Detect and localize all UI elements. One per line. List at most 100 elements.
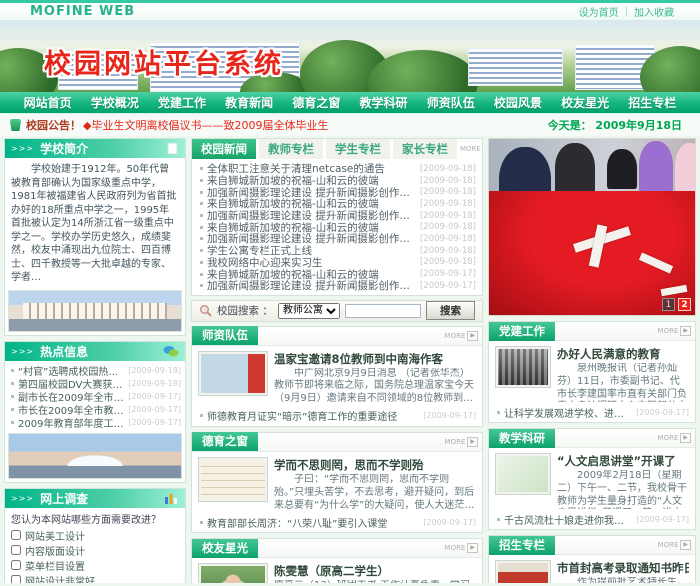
featured-article: 市首封高考录取通知书昨日送达 作为提前批艺术特长生，曹某某以超出录取分数线80.… xyxy=(489,555,695,583)
nav-item-edu-news[interactable]: 教育新闻 xyxy=(225,94,273,111)
section-title-moral[interactable]: 德育之窗 xyxy=(192,432,258,452)
survey-checkbox[interactable] xyxy=(11,545,21,555)
pager-button-1[interactable]: 1 xyxy=(662,298,675,311)
bullet-icon xyxy=(11,368,14,372)
search-button[interactable]: 搜索 xyxy=(426,301,475,321)
set-homepage-link[interactable]: 设为首页 xyxy=(579,4,619,19)
section-header: 党建工作 MORE ▶ xyxy=(489,321,695,341)
featured-thumbnail[interactable] xyxy=(198,563,268,583)
section-research: 教学科研 MORE ▶ “人文启思讲堂”开课了 2009年2月18日（星期二）下午… xyxy=(488,428,696,530)
section-list-item[interactable]: 教育部部长周济：“八荣八耻”要引入课堂 [2009-09-17] xyxy=(198,515,476,530)
site-title: 校园网站平台系统 xyxy=(44,49,284,80)
survey-question: 您认为本网站哪些方面需要改进？ xyxy=(11,514,161,526)
section-list-item[interactable]: 让科学发展观进学校、进课堂、进家庭[2009-09-17] xyxy=(495,405,689,420)
survey-option[interactable]: 内容版面设计 xyxy=(11,543,179,558)
section-title-admission[interactable]: 招生专栏 xyxy=(489,535,555,555)
banner-tree-decoration xyxy=(368,50,478,92)
news-item[interactable]: 加强新闻摄影理论建设 提升新闻摄影创作水平 [2009-09-17] xyxy=(198,280,476,292)
search-input[interactable] xyxy=(344,303,421,318)
announcement-bar: 校园公告！ ◆毕业生文明离校倡议书——致2009届全体毕业生 今天是： 2009… xyxy=(0,114,700,136)
bullet-icon xyxy=(497,517,500,521)
featured-title[interactable]: 市首封高考录取通知书昨日送达 xyxy=(557,560,689,576)
section-header: 招生专栏 MORE ▶ xyxy=(489,535,695,555)
bullet-icon xyxy=(200,260,203,264)
tab-parent-column[interactable]: 家长专栏 xyxy=(393,139,457,159)
hot-info-item[interactable]: 2009年教育部年度工作会…[2009-09-17] xyxy=(9,416,181,430)
section-header: 校友星光 MORE ▶ xyxy=(192,538,482,559)
nav-item-alumni[interactable]: 校友星光 xyxy=(561,94,609,111)
announcement-icon xyxy=(10,119,21,131)
nav-item-home[interactable]: 网站首页 xyxy=(24,94,72,111)
search-bar: 校园搜索 ： 教师公寓 搜索 xyxy=(191,299,483,322)
nav-item-moral[interactable]: 德育之窗 xyxy=(292,94,340,111)
top-bar: MOFINE WEB 设为首页 | 加入收藏 xyxy=(0,0,700,20)
nav-item-teachers[interactable]: 师资队伍 xyxy=(427,94,475,111)
nav-item-party[interactable]: 党建工作 xyxy=(158,94,206,111)
section-header: 师资队伍 MORE ▶ xyxy=(192,326,482,346)
tab-teacher-column[interactable]: 教师专栏 xyxy=(259,139,323,159)
photo-slideshow[interactable]: 1 2 xyxy=(488,138,696,316)
featured-excerpt: 原高二（13）班团支书 工作认真负责，学习成绩优异，多次被评为好学生、优秀团支书… xyxy=(274,580,476,583)
more-link[interactable]: MORE▶ xyxy=(445,330,478,341)
survey-checkbox[interactable] xyxy=(11,530,21,540)
section-list-item[interactable]: 师德教育月证实“暗示”德育工作的重要途径 [2009-09-17] xyxy=(198,409,476,423)
more-link[interactable]: MORE▶ xyxy=(658,433,691,443)
featured-title[interactable]: 陈雯慧（原高二学生） xyxy=(274,563,476,579)
featured-thumbnail[interactable] xyxy=(495,560,551,583)
more-link[interactable]: MORE▶ xyxy=(445,436,478,447)
survey-checkbox[interactable] xyxy=(11,575,21,583)
section-header: 教学科研 MORE ▶ xyxy=(489,428,695,448)
featured-thumbnail[interactable] xyxy=(198,456,268,502)
bullet-icon xyxy=(200,225,203,229)
featured-title[interactable]: 温家宝邀请8位教师到中南海作客 xyxy=(274,351,476,367)
nav-item-overview[interactable]: 学校概况 xyxy=(91,94,139,111)
school-intro-text: 学校始建于1912年。50年代曾被教育部确认为国家级重点中学，1981年被福建省… xyxy=(11,164,177,283)
section-title-alumni[interactable]: 校友星光 xyxy=(192,538,258,558)
more-arrow-icon: ▶ xyxy=(680,326,691,336)
bullet-icon xyxy=(200,237,203,241)
featured-thumbnail[interactable] xyxy=(198,350,268,396)
announcement-link[interactable]: ◆毕业生文明离校倡议书——致2009届全体毕业生 xyxy=(83,117,328,133)
school-intro-box: >>> 学校简介 学校始建于1912年。50年代曾被教育部确认为国家级重点中学，… xyxy=(4,138,186,336)
featured-title[interactable]: “人文启思讲堂”开课了 xyxy=(557,453,689,469)
featured-title[interactable]: 学而不思则罔，思而不学则殆 xyxy=(274,457,476,473)
section-list-item[interactable]: 千古风流杜十娘走进你我心中“学洋思经…[2009-09-17] xyxy=(495,512,689,527)
survey-checkbox[interactable] xyxy=(11,560,21,570)
bullet-icon xyxy=(11,381,14,385)
survey-option[interactable]: 网站设计非常好 xyxy=(11,573,179,583)
nav-item-scenery[interactable]: 校园风景 xyxy=(494,94,542,111)
featured-thumbnail[interactable] xyxy=(495,346,551,388)
nav-item-admission[interactable]: 招生专栏 xyxy=(628,94,676,111)
add-favorite-link[interactable]: 加入收藏 xyxy=(634,4,674,19)
search-category-select[interactable]: 教师公寓 xyxy=(277,302,340,319)
featured-excerpt: 子曰：“学而不思则罔，思而不学则殆。”只埋头苦学，不去思考，避开疑问，到后来总要… xyxy=(274,473,475,511)
more-link[interactable]: MORE▶ xyxy=(658,540,691,550)
nav-item-research[interactable]: 教学科研 xyxy=(360,94,408,111)
tab-campus-news[interactable]: 校园新闻 xyxy=(192,139,256,159)
section-title-teachers[interactable]: 师资队伍 xyxy=(192,326,258,346)
header-arrows: >>> xyxy=(11,144,35,153)
header-arrows: >>> xyxy=(11,346,35,356)
featured-article: 学而不思则罔，思而不学则殆 子曰：“学而不思则罔，思而不学则殆。”只埋头苦学，不… xyxy=(192,452,482,514)
bullet-icon xyxy=(497,410,500,414)
more-arrow-icon: ▶ xyxy=(680,540,691,550)
more-link[interactable]: MORE▶ xyxy=(445,543,478,554)
photo-figure xyxy=(639,141,673,193)
banner-building-decoration xyxy=(468,48,563,86)
more-link[interactable]: MORE▶ xyxy=(460,144,483,154)
tab-student-column[interactable]: 学生专栏 xyxy=(326,139,390,159)
bullet-icon xyxy=(200,214,203,218)
bullet-icon xyxy=(11,394,14,398)
survey-option[interactable]: 网站美工设计 xyxy=(11,528,179,543)
section-title-research[interactable]: 教学科研 xyxy=(489,428,555,448)
pager-button-2[interactable]: 2 xyxy=(678,298,691,311)
featured-title[interactable]: 办好人民满意的教育 xyxy=(557,346,689,362)
section-title-party[interactable]: 党建工作 xyxy=(489,321,555,341)
bullet-icon xyxy=(200,190,203,194)
featured-thumbnail[interactable] xyxy=(495,453,551,495)
photo-figure xyxy=(675,143,695,193)
more-arrow-icon: ▶ xyxy=(467,330,478,341)
section-moral: 德育之窗 MORE ▶ 学而不思则罔，思而不学则殆 子曰：“学而不思则罔，思而不学… xyxy=(191,431,483,534)
survey-option[interactable]: 菜单栏目设置 xyxy=(11,558,179,573)
more-link[interactable]: MORE▶ xyxy=(658,326,691,336)
